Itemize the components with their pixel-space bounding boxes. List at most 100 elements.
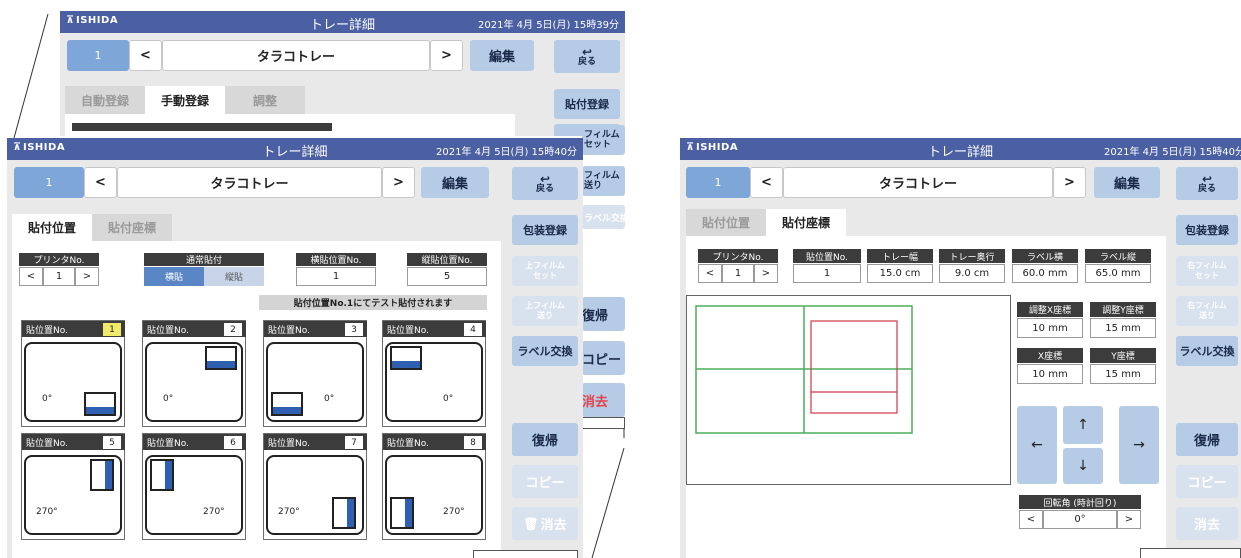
next-button[interactable]: > bbox=[1053, 167, 1086, 198]
position-card[interactable]: 貼位置No. 6 270° bbox=[142, 433, 246, 540]
back-button[interactable]: ↩ 戻る bbox=[512, 167, 578, 200]
tab-attach-position[interactable]: 貼付位置 bbox=[686, 209, 766, 236]
prev-button[interactable]: < bbox=[129, 40, 162, 71]
tray-diagram: 270° bbox=[24, 455, 122, 535]
position-number: 8 bbox=[464, 436, 482, 449]
tray-layout-svg bbox=[695, 305, 913, 434]
arrow-down-icon: ↓ bbox=[1077, 458, 1089, 474]
position-card[interactable]: 貼位置No. 2 0° bbox=[142, 320, 246, 427]
printer-value: 1 bbox=[43, 267, 75, 286]
rotation-next-button[interactable]: > bbox=[1117, 510, 1141, 529]
next-button[interactable]: > bbox=[382, 167, 415, 198]
angle-label: 0° bbox=[163, 394, 174, 404]
rotation-label: 回転角 (時計回り) bbox=[1019, 495, 1141, 509]
title-bar: ⊼ISHIDA トレー詳細 2021年 4月 5日(月) 15時39分 bbox=[60, 11, 625, 33]
back-button[interactable]: ↩ 戻る bbox=[554, 40, 620, 73]
tray-diagram: 270° bbox=[385, 455, 483, 535]
position-card[interactable]: 貼位置No. 4 0° bbox=[382, 320, 486, 427]
restore-button[interactable]: 復帰 bbox=[512, 423, 578, 456]
position-card[interactable]: 貼位置No. 7 270° bbox=[263, 433, 367, 540]
film-feed-button-partial[interactable]: フィルム 送り bbox=[582, 166, 625, 196]
position-card[interactable]: 貼位置No. 5 270° bbox=[21, 433, 125, 540]
panel-header-strip bbox=[72, 123, 332, 131]
position-number: 6 bbox=[224, 436, 242, 449]
restore-button[interactable]: 復帰 bbox=[1176, 423, 1238, 456]
edit-button[interactable]: 編集 bbox=[1094, 167, 1160, 198]
adjust-y-label: 調整Y座標 bbox=[1090, 302, 1156, 317]
tab-attach-coordinates[interactable]: 貼付座標 bbox=[92, 214, 172, 241]
label-rect bbox=[390, 346, 422, 370]
next-button[interactable]: > bbox=[430, 40, 463, 71]
label-rect bbox=[332, 497, 356, 529]
prev-button[interactable]: < bbox=[750, 167, 783, 198]
bottom-panel-edge bbox=[1140, 548, 1241, 558]
printer-label: プリンタNo. bbox=[698, 249, 778, 263]
tab-attach-position[interactable]: 貼付位置 bbox=[12, 214, 92, 241]
position-header: 貼位置No. 2 bbox=[143, 321, 246, 337]
printer-prev-button[interactable]: < bbox=[698, 264, 722, 283]
horizontal-toggle[interactable]: 横貼 bbox=[144, 267, 204, 286]
edit-button[interactable]: 編集 bbox=[470, 40, 534, 71]
position-card[interactable]: 貼位置No. 3 0° bbox=[263, 320, 367, 427]
delete-button-partial[interactable]: 消去 bbox=[582, 383, 625, 417]
right-film-set-button: 右フィルム セット bbox=[1176, 256, 1238, 286]
printer-next-button[interactable]: > bbox=[75, 267, 99, 286]
attach-register-button[interactable]: 貼付登録 bbox=[554, 89, 620, 119]
angle-label: 270° bbox=[203, 507, 225, 517]
x-coordinate-value: 10 mm bbox=[1017, 364, 1083, 384]
label-rect bbox=[84, 392, 116, 416]
label-change-button[interactable]: ラベル交換 bbox=[512, 336, 578, 366]
back-icon: ↩ bbox=[539, 171, 551, 186]
arrow-up-button[interactable]: ↑ bbox=[1063, 406, 1103, 444]
tray-depth-value: 9.0 cm bbox=[939, 264, 1005, 283]
label-height-label: ラベル縦 bbox=[1085, 249, 1151, 263]
adjust-x-label: 調整X座標 bbox=[1017, 302, 1083, 317]
label-change-button[interactable]: ラベル交換 bbox=[1176, 336, 1238, 366]
printer-value: 1 bbox=[722, 264, 754, 283]
trash-icon: 🗑 bbox=[523, 516, 539, 531]
copy-button-partial[interactable]: コピー bbox=[582, 341, 625, 375]
rotation-prev-button[interactable]: < bbox=[1019, 510, 1043, 529]
tab-attach-coordinates[interactable]: 貼付座標 bbox=[766, 209, 846, 236]
arrow-down-button[interactable]: ↓ bbox=[1063, 448, 1103, 484]
datetime: 2021年 4月 5日(月) 15時39分 bbox=[478, 20, 619, 31]
edit-button[interactable]: 編集 bbox=[421, 167, 489, 198]
tray-index: 1 bbox=[14, 167, 84, 198]
label-rect bbox=[150, 459, 174, 491]
position-no-label: 貼位置No. bbox=[793, 249, 861, 263]
back-button[interactable]: ↩ 戻る bbox=[1176, 167, 1238, 200]
vertical-position-value: 5 bbox=[407, 267, 487, 286]
package-register-button[interactable]: 包装登録 bbox=[1176, 215, 1238, 245]
tray-diagram: 0° bbox=[266, 342, 364, 422]
position-number: 7 bbox=[345, 436, 363, 449]
printer-prev-button[interactable]: < bbox=[19, 267, 43, 286]
position-header: 貼位置No. 4 bbox=[383, 321, 486, 337]
printer-next-button[interactable]: > bbox=[754, 264, 778, 283]
x-coordinate-label: X座標 bbox=[1017, 348, 1083, 363]
arrow-left-button[interactable]: ← bbox=[1017, 406, 1057, 484]
tray-index: 1 bbox=[67, 40, 129, 71]
angle-label: 270° bbox=[443, 507, 465, 517]
package-register-button[interactable]: 包装登録 bbox=[512, 215, 578, 245]
vertical-toggle[interactable]: 縦貼 bbox=[204, 267, 264, 286]
rotation-value: 0° bbox=[1043, 510, 1117, 529]
restore-button-partial[interactable]: 復帰 bbox=[582, 297, 625, 331]
tray-width-label: トレー幅 bbox=[867, 249, 933, 263]
position-header: 貼位置No. 3 bbox=[264, 321, 367, 337]
label-width-value: 60.0 mm bbox=[1012, 264, 1078, 283]
position-number: 5 bbox=[103, 436, 121, 449]
test-attach-notice: 貼付位置No.1にてテスト貼付されます bbox=[259, 295, 487, 310]
position-card[interactable]: 貼位置No. 1 0° bbox=[21, 320, 125, 427]
tray-name: タラコトレー bbox=[162, 40, 430, 71]
prev-button[interactable]: < bbox=[84, 167, 117, 198]
arrow-right-button[interactable]: → bbox=[1119, 406, 1159, 484]
position-number: 1 bbox=[103, 323, 121, 336]
film-set-button-partial[interactable]: フィルム セット bbox=[582, 125, 625, 155]
y-coordinate-value: 15 mm bbox=[1090, 364, 1156, 384]
label-rect bbox=[205, 346, 237, 370]
tab-auto-register[interactable]: 自動登録 bbox=[65, 86, 145, 114]
title-bar: ⊼ISHIDA トレー詳細 2021年 4月 5日(月) 15時40分 bbox=[680, 138, 1241, 160]
tab-adjust[interactable]: 調整 bbox=[225, 86, 305, 114]
position-card[interactable]: 貼位置No. 8 270° bbox=[382, 433, 486, 540]
tab-manual-register[interactable]: 手動登録 bbox=[145, 86, 225, 114]
